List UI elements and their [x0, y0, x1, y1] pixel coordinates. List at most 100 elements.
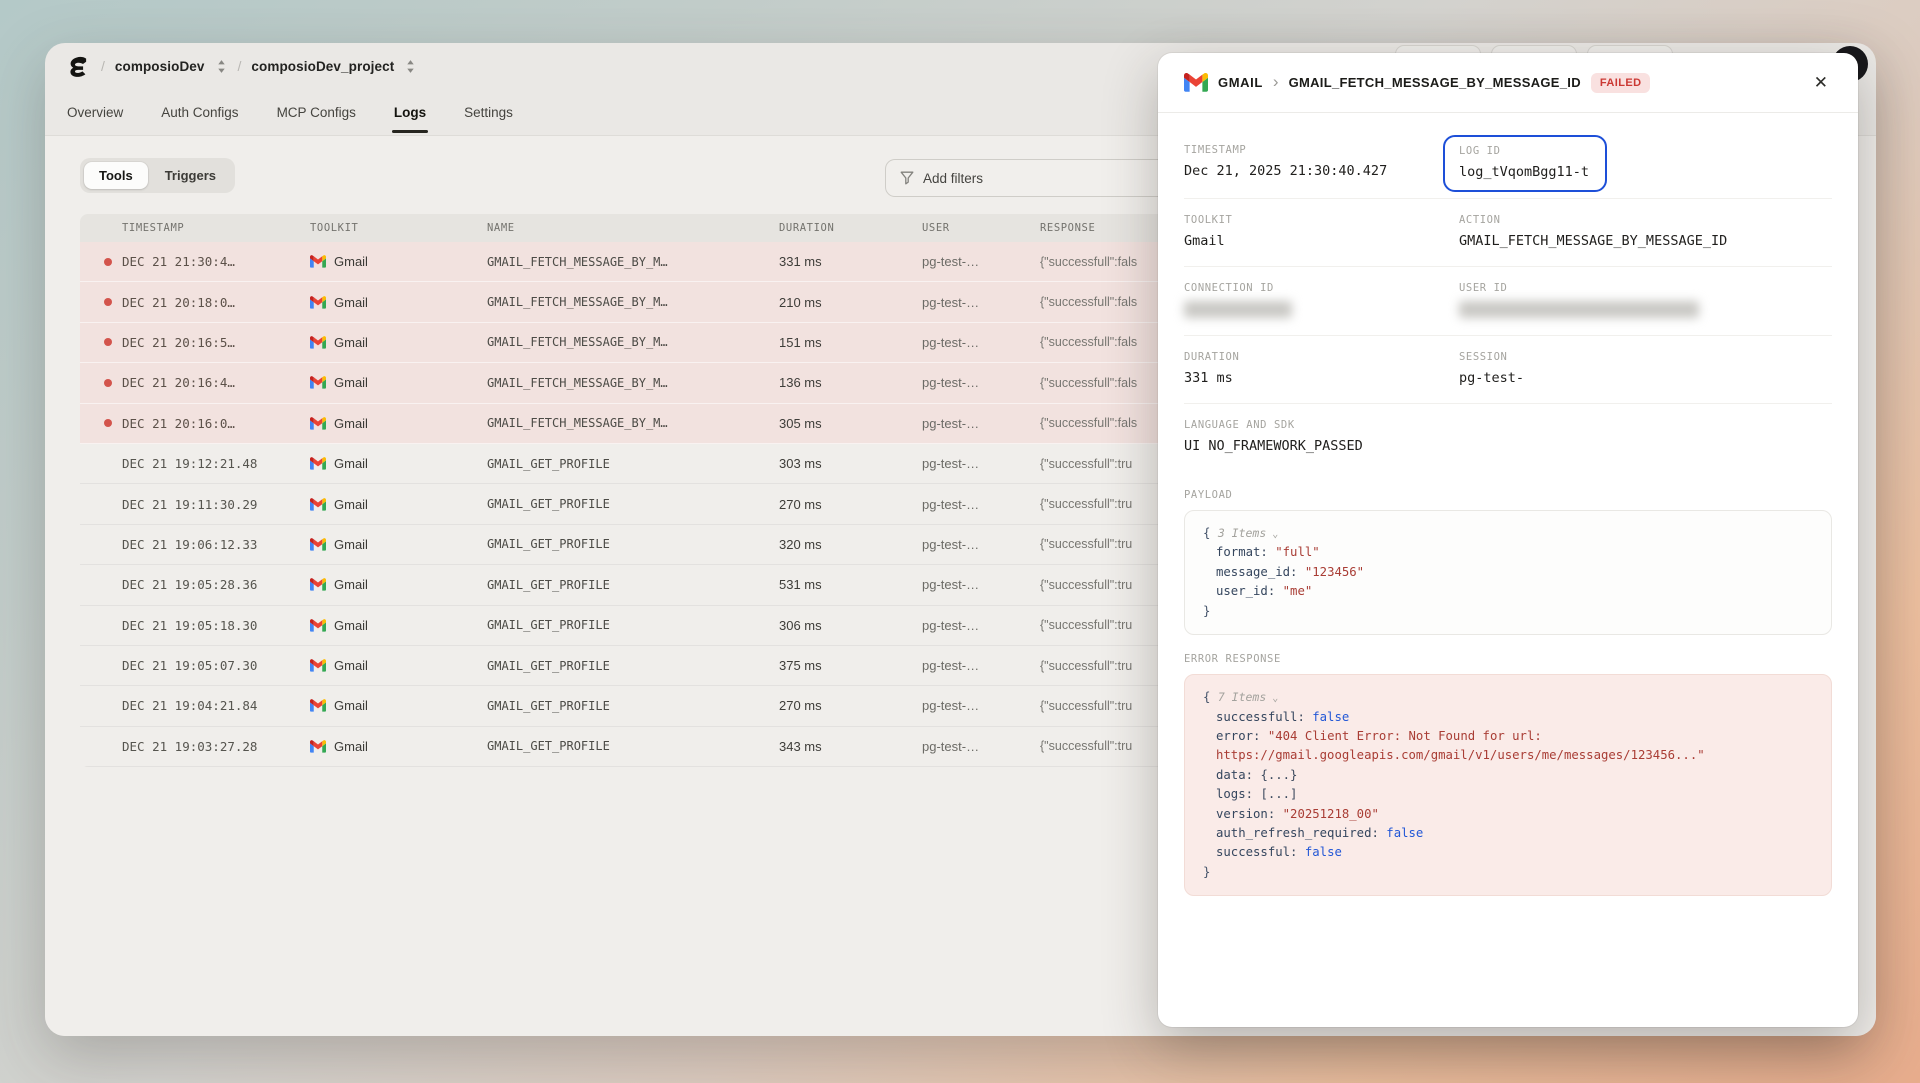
cell-toolkit: Gmail: [310, 497, 487, 512]
column-header-user: USER: [922, 222, 1040, 234]
cell-timestamp: DEC 21 20:16:4…: [80, 375, 310, 390]
cell-user: pg-test-…: [922, 295, 1040, 310]
gmail-icon: [310, 619, 326, 632]
cell-toolkit: Gmail: [310, 375, 487, 390]
panel-action-name: GMAIL_FETCH_MESSAGE_BY_MESSAGE_ID: [1289, 75, 1581, 90]
cell-toolkit: Gmail: [310, 698, 487, 713]
cell-timestamp: DEC 21 19:12:21.48: [80, 456, 310, 471]
json-entry-message_id: message_id: "123456": [1203, 563, 1813, 582]
cell-user: pg-test-…: [922, 537, 1040, 552]
cell-user: pg-test-…: [922, 375, 1040, 390]
error-response-label: ERROR RESPONSE: [1184, 653, 1832, 665]
gmail-icon: [310, 578, 326, 591]
gmail-icon: [310, 498, 326, 511]
cell-timestamp: DEC 21 19:05:07.30: [80, 658, 310, 673]
cell-dur: 531 ms: [779, 577, 922, 592]
payload-json[interactable]: { 3 Items ⌄format: "full"message_id: "12…: [1184, 510, 1832, 635]
breadcrumb-org[interactable]: composioDev: [115, 59, 205, 74]
cell-name: GMAIL_FETCH_MESSAGE_BY_M…: [487, 335, 779, 349]
failed-dot-icon: [104, 419, 112, 427]
column-header-toolkit: TOOLKIT: [310, 222, 487, 234]
cell-timestamp: DEC 21 19:05:18.30: [80, 618, 310, 633]
failed-dot-icon: [104, 338, 112, 346]
cell-timestamp: DEC 21 19:05:28.36: [80, 577, 310, 592]
json-entry-auth_refresh_required: auth_refresh_required: false: [1203, 824, 1813, 843]
cell-toolkit: Gmail: [310, 335, 487, 350]
column-header-name: NAME: [487, 222, 779, 234]
org-switcher-icon[interactable]: [215, 59, 228, 74]
cell-timestamp: DEC 21 20:16:0…: [80, 416, 310, 431]
column-header-duration: DURATION: [779, 222, 922, 234]
project-switcher-icon[interactable]: [404, 59, 417, 74]
tab-bar: Overview Auth Configs MCP Configs Logs Setti…: [65, 89, 515, 135]
tab-settings[interactable]: Settings: [462, 92, 515, 133]
cell-timestamp: DEC 21 21:30:4…: [80, 254, 310, 269]
cell-dur: 210 ms: [779, 295, 922, 310]
tab-overview[interactable]: Overview: [65, 92, 125, 133]
composio-logo-icon[interactable]: [65, 53, 91, 79]
field-user-id: USER ID: [1459, 282, 1832, 318]
cell-toolkit: Gmail: [310, 295, 487, 310]
breadcrumb-separator: /: [101, 58, 105, 74]
json-entry-format: format: "full": [1203, 543, 1813, 562]
cell-name: GMAIL_GET_PROFILE: [487, 699, 779, 713]
cell-toolkit: Gmail: [310, 537, 487, 552]
cell-timestamp: DEC 21 19:04:21.84: [80, 698, 310, 713]
redacted-user-id: [1459, 301, 1699, 318]
field-connection-id: CONNECTION ID: [1184, 282, 1459, 318]
cell-user: pg-test-…: [922, 254, 1040, 269]
redacted-connection-id: [1184, 301, 1292, 318]
gmail-icon: [310, 376, 326, 389]
cell-timestamp: DEC 21 20:18:0…: [80, 295, 310, 310]
cell-name: GMAIL_FETCH_MESSAGE_BY_M…: [487, 255, 779, 269]
cell-name: GMAIL_GET_PROFILE: [487, 739, 779, 753]
gmail-icon: [310, 255, 326, 268]
gmail-icon: [310, 296, 326, 309]
cell-user: pg-test-…: [922, 698, 1040, 713]
cell-name: GMAIL_GET_PROFILE: [487, 497, 779, 511]
cell-name: GMAIL_GET_PROFILE: [487, 659, 779, 673]
cell-dur: 136 ms: [779, 375, 922, 390]
error-response-json[interactable]: { 7 Items ⌄successfull: falseerror: "404…: [1184, 674, 1832, 896]
cell-name: GMAIL_GET_PROFILE: [487, 578, 779, 592]
field-language-sdk: LANGUAGE AND SDK UI NO_FRAMEWORK_PASSED: [1184, 419, 1832, 454]
log-id-highlight[interactable]: LOG ID log_tVqomBgg11-t: [1443, 135, 1607, 192]
failed-dot-icon: [104, 258, 112, 266]
gmail-icon: [310, 699, 326, 712]
close-icon[interactable]: ✕: [1810, 70, 1832, 95]
cell-dur: 331 ms: [779, 254, 922, 269]
panel-toolkit-name: GMAIL: [1218, 75, 1263, 90]
chevron-right-icon: ›: [1273, 72, 1279, 92]
status-badge: FAILED: [1591, 73, 1651, 93]
cell-timestamp: DEC 21 20:16:5…: [80, 335, 310, 350]
cell-toolkit: Gmail: [310, 577, 487, 592]
cell-dur: 151 ms: [779, 335, 922, 350]
cell-dur: 343 ms: [779, 739, 922, 754]
cell-toolkit: Gmail: [310, 658, 487, 673]
tab-auth-configs[interactable]: Auth Configs: [159, 92, 240, 133]
cell-user: pg-test-…: [922, 739, 1040, 754]
tab-mcp-configs[interactable]: MCP Configs: [275, 92, 358, 133]
gmail-icon: [310, 740, 326, 753]
segment-triggers[interactable]: Triggers: [150, 162, 231, 189]
field-duration: DURATION 331 ms: [1184, 351, 1459, 386]
cell-dur: 303 ms: [779, 456, 922, 471]
cell-name: GMAIL_GET_PROFILE: [487, 457, 779, 471]
cell-user: pg-test-…: [922, 618, 1040, 633]
breadcrumb-separator: /: [238, 58, 242, 74]
field-action: ACTION GMAIL_FETCH_MESSAGE_BY_MESSAGE_ID: [1459, 214, 1832, 249]
tools-triggers-toggle: ToolsTriggers: [80, 158, 235, 193]
failed-dot-icon: [104, 298, 112, 306]
cell-name: GMAIL_FETCH_MESSAGE_BY_M…: [487, 376, 779, 390]
log-detail-panel: GMAIL › GMAIL_FETCH_MESSAGE_BY_MESSAGE_I…: [1158, 53, 1858, 1027]
cell-name: GMAIL_GET_PROFILE: [487, 618, 779, 632]
cell-name: GMAIL_FETCH_MESSAGE_BY_M…: [487, 295, 779, 309]
tab-logs[interactable]: Logs: [392, 92, 428, 133]
field-timestamp: TIMESTAMP Dec 21, 2025 21:30:40.427: [1184, 144, 1459, 181]
field-log-id: LOG ID log_tVqomBgg11-t: [1459, 144, 1832, 181]
gmail-icon: [310, 417, 326, 430]
breadcrumb-project[interactable]: composioDev_project: [251, 59, 394, 74]
cell-timestamp: DEC 21 19:06:12.33: [80, 537, 310, 552]
segment-tools[interactable]: Tools: [84, 162, 148, 189]
cell-toolkit: Gmail: [310, 254, 487, 269]
